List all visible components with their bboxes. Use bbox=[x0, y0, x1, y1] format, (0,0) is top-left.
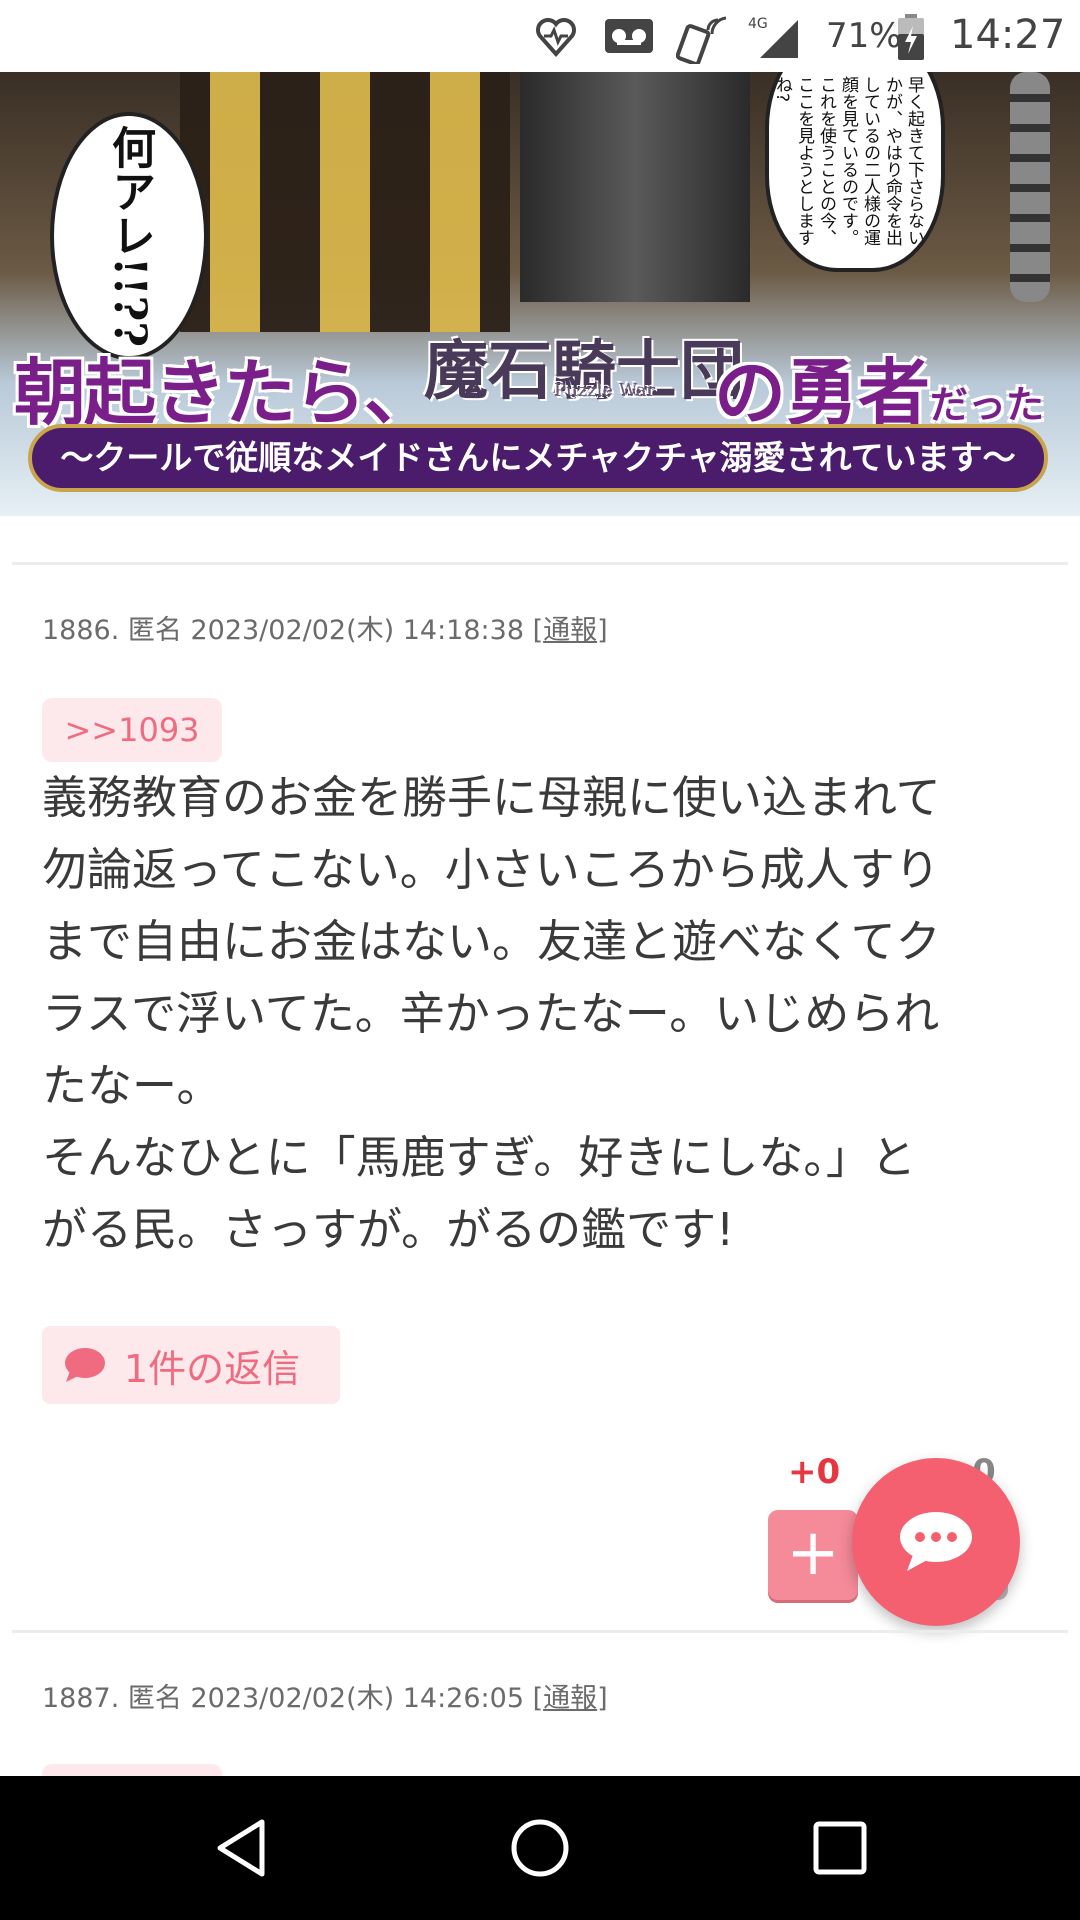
banner-art-lanterns bbox=[180, 72, 510, 332]
back-icon[interactable] bbox=[206, 1812, 278, 1884]
post-meta-text: 1886. 匿名 2023/02/02(木) 14:18:38 [ bbox=[42, 615, 544, 646]
banner-logo-sub: Puzzle War bbox=[554, 380, 656, 401]
banner-art-character bbox=[520, 72, 750, 302]
anchor-link[interactable]: >>1093 bbox=[42, 698, 222, 762]
status-bar: 4G 71% 14:27 bbox=[0, 0, 1080, 72]
navigation-bar bbox=[0, 1776, 1080, 1920]
next-post-meta-bracket: ] bbox=[597, 1683, 608, 1714]
banner-title-right-main: の勇者 bbox=[714, 350, 931, 435]
replies-button[interactable]: 1件の返信 bbox=[42, 1326, 340, 1404]
comment-fab[interactable] bbox=[852, 1458, 1020, 1626]
banner-speech-bubble-right: 早く起きて下さらないかが、やはり命令を出しているの二人様の運顔を見ているのです。… bbox=[765, 72, 945, 272]
report-link[interactable]: 通報 bbox=[543, 615, 597, 646]
post-meta-bracket: ] bbox=[597, 615, 608, 646]
banner-title-right-small: だった bbox=[930, 382, 1045, 427]
post-body: 義務教育のお金を勝手に母親に使い込まれて 勿論返ってこない。小さいころから成人す… bbox=[42, 771, 941, 1256]
banner-subtitle: 〜クールで従順なメイドさんにメチャクチャ溺愛されています〜 bbox=[28, 424, 1048, 492]
post-meta: 1886. 匿名 2023/02/02(木) 14:18:38 [通報] bbox=[42, 608, 608, 647]
banner-ad[interactable]: 何アレ!!?? 早く起きて下さらないかが、やはり命令を出しているの二人様の運顔を… bbox=[0, 72, 1080, 516]
battery-charging-icon bbox=[898, 14, 924, 60]
clock: 14:27 bbox=[950, 12, 1066, 58]
plus-vote-count: +0 bbox=[788, 1452, 841, 1492]
voicemail-icon bbox=[605, 19, 653, 53]
replies-label: 1件の返信 bbox=[124, 1346, 301, 1391]
next-post-meta: 1887. 匿名 2023/02/02(木) 14:26:05 [通報] bbox=[42, 1676, 608, 1715]
banner-title: 朝起きたら、 魔石騎士団 Puzzle War の勇者だった bbox=[14, 320, 1074, 435]
post-divider bbox=[12, 1630, 1068, 1633]
battery-percent: 71% bbox=[826, 16, 902, 56]
next-report-link[interactable]: 通報 bbox=[543, 1683, 597, 1714]
banner-logo: 魔石騎士団 Puzzle War bbox=[424, 320, 744, 412]
plus-vote-button[interactable]: + bbox=[768, 1510, 858, 1600]
home-icon[interactable] bbox=[504, 1812, 576, 1884]
speech-bubble-icon bbox=[65, 1348, 105, 1382]
post-divider bbox=[12, 562, 1068, 565]
recents-icon[interactable] bbox=[804, 1812, 876, 1884]
network-type-label: 4G bbox=[748, 16, 768, 32]
chat-bubble-icon bbox=[900, 1512, 972, 1571]
signal-icon: 4G bbox=[748, 16, 798, 58]
nfc-icon bbox=[676, 16, 727, 64]
banner-art-chain bbox=[1010, 72, 1050, 302]
next-post-meta-text: 1887. 匿名 2023/02/02(木) 14:26:05 [ bbox=[42, 1683, 544, 1714]
heart-monitor-icon bbox=[536, 18, 576, 58]
